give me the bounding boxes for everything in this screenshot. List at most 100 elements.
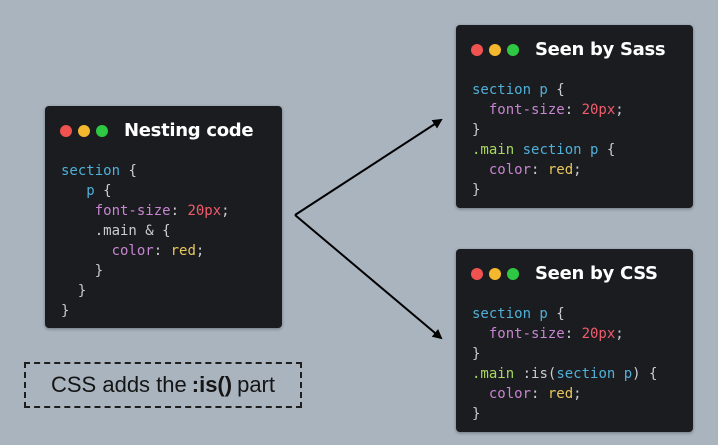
code-line: } [472,182,480,198]
code-token: ; [573,162,582,178]
code-token: section p [472,82,548,98]
window-titlebar: Seen by Sass [471,39,666,60]
code-token: ) { [632,366,658,382]
code-line: } [472,406,480,422]
code-line: section { [61,163,137,179]
close-dot-icon [471,267,483,280]
window-title: Seen by CSS [535,263,658,284]
code-token: ; [615,102,624,118]
code-token: .main [472,366,515,382]
code-line: .main section p { [472,142,615,158]
seen-by-css-window: Seen by CSS section p { font-size: 20px;… [456,249,693,432]
code-token: ; [195,243,205,259]
window-titlebar: Seen by CSS [471,263,658,284]
code-token: p [86,183,95,199]
code-token: .main & { [61,223,171,239]
code-block: section p { font-size: 20px; } .main :is… [472,304,657,424]
close-dot-icon [471,43,483,56]
code-token: section p [472,306,548,322]
code-token: red [547,162,574,178]
code-token: : [564,326,582,342]
close-dot-icon [60,124,72,137]
code-token: color [488,162,532,178]
code-line: .main :is(section p) { [472,366,657,382]
window-titlebar: Nesting code [60,120,254,141]
code-token: : [153,243,171,259]
code-token: 20px [187,203,222,219]
code-line: color: red; [61,243,205,259]
code-line: font-size: 20px; [472,326,624,342]
code-token: : [531,162,548,178]
note-text-before: CSS adds the [51,372,187,397]
minimize-dot-icon [489,43,501,56]
code-line: } [61,263,103,279]
code-block: section { p { font-size: 20px; .main & {… [61,161,230,321]
nesting-code-window: Nesting code section { p { font-size: 20… [45,106,282,328]
code-token: :is( [514,366,557,382]
window-title: Nesting code [124,120,254,141]
code-token: } [472,182,481,198]
code-token: 20px [581,326,616,342]
window-title: Seen by Sass [535,39,666,60]
code-line: } [61,283,86,299]
maximize-dot-icon [96,124,108,137]
code-token: { [547,306,565,322]
code-token: .main [472,142,515,158]
maximize-dot-icon [507,267,519,280]
note-box: CSS adds the :is() part [24,362,302,408]
code-token: ; [615,326,624,342]
minimize-dot-icon [78,124,90,137]
code-token: section p [556,366,633,382]
code-line: } [61,303,69,319]
code-line: .main & { [61,223,171,239]
code-token: 20px [581,102,616,118]
code-token: section p [522,142,599,158]
code-token: } [61,263,104,279]
code-token: font-size [488,102,565,118]
code-token: color [488,386,532,402]
code-token: { [120,163,137,179]
code-token: { [547,82,565,98]
code-line: color: red; [472,386,582,402]
arrow-to-css [294,214,443,340]
code-token: } [61,283,87,299]
code-line: } [472,122,480,138]
code-token: section [61,163,121,179]
code-token: : [170,203,188,219]
code-line: p { [61,183,112,199]
code-token: : [531,386,548,402]
code-token: { [598,142,616,158]
code-line: section p { [472,306,565,322]
code-token: red [547,386,574,402]
code-line: color: red; [472,162,582,178]
seen-by-sass-window: Seen by Sass section p { font-size: 20px… [456,25,693,208]
code-token: } [472,406,481,422]
code-token: ; [573,386,582,402]
code-line: } [472,346,480,362]
note-highlight: :is() [191,372,233,397]
code-token: ; [221,203,230,219]
code-line: font-size: 20px; [472,102,624,118]
code-token: font-size [488,326,565,342]
code-token: { [94,183,112,199]
code-token: color [111,243,154,259]
code-line: font-size: 20px; [61,203,230,219]
maximize-dot-icon [507,43,519,56]
code-token: } [472,122,481,138]
minimize-dot-icon [489,267,501,280]
code-line: section p { [472,82,565,98]
code-token: } [472,346,481,362]
code-token: red [170,243,196,259]
code-token: : [564,102,582,118]
note-text-after: part [237,372,275,397]
code-block: section p { font-size: 20px; } .main sec… [472,80,624,200]
code-token: font-size [94,203,171,219]
